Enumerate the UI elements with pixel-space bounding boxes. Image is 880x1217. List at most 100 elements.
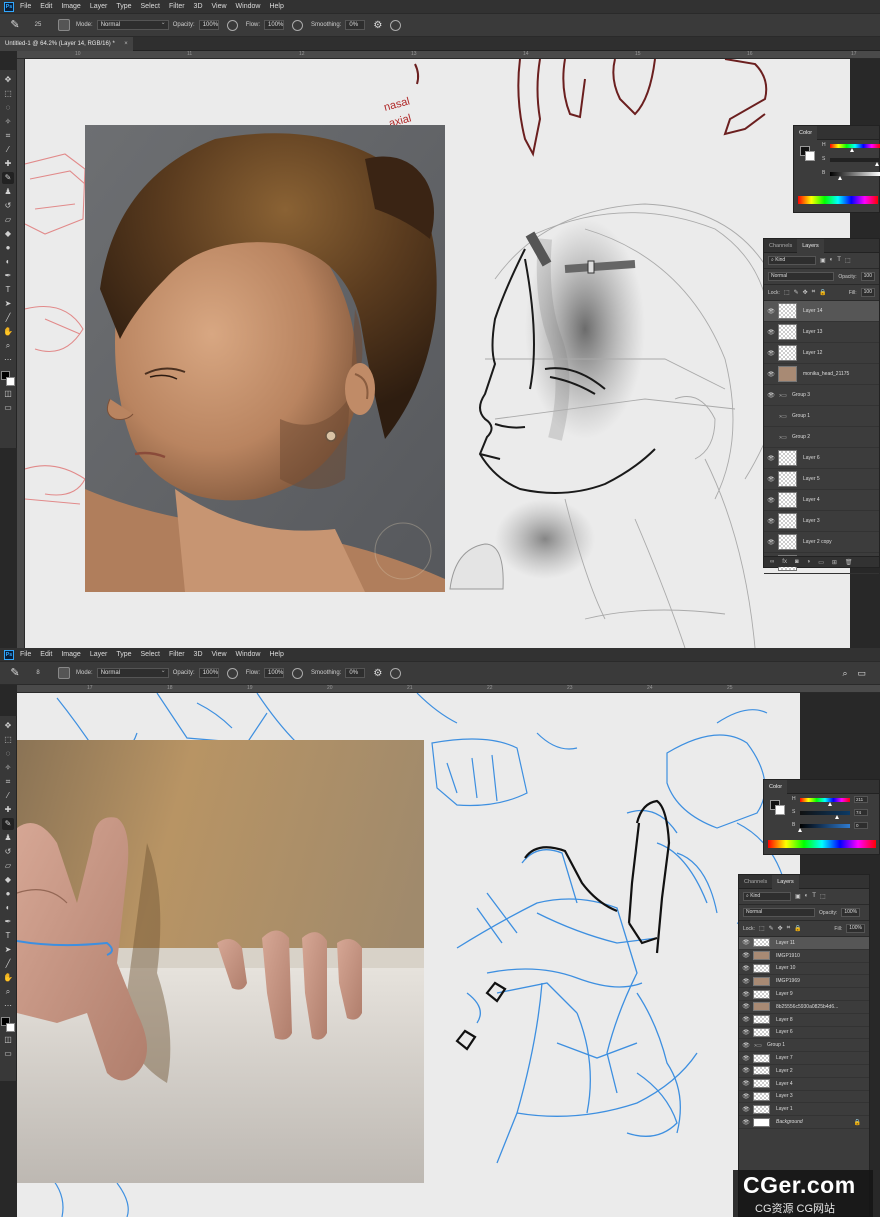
menu-image[interactable]: Image (61, 651, 80, 658)
path-selection-tool-icon[interactable]: ➤ (2, 944, 14, 956)
layer-opacity-field[interactable]: 100% (841, 908, 861, 917)
lock-transparency-icon[interactable]: ⬚ (784, 289, 790, 296)
link-layers-icon[interactable]: ∞ (770, 559, 774, 565)
eye-icon[interactable]: 👁 (739, 1106, 753, 1113)
layer-row[interactable]: 👁 Layer 8 (739, 1014, 869, 1027)
move-tool-icon[interactable]: ✥ (2, 74, 14, 86)
layer-row[interactable]: 👁 Layer 2 copy (764, 532, 879, 553)
hand-tool-icon[interactable]: ✋ (2, 326, 14, 338)
eye-icon[interactable]: 👁 (739, 1003, 753, 1010)
eye-icon[interactable]: 👁 (764, 518, 778, 525)
eyedropper-tool-icon[interactable]: ⁄ (2, 144, 14, 156)
smoothing-field[interactable]: 0% (345, 668, 366, 678)
workspace-icon[interactable]: ▭ (857, 668, 866, 679)
layer-row[interactable]: 👁›▭ Group 1 (739, 1039, 869, 1053)
menu-window[interactable]: Window (236, 3, 261, 10)
color-spectrum[interactable] (798, 196, 878, 204)
healing-tool-icon[interactable]: ✚ (2, 158, 14, 170)
opacity-field[interactable]: 100% (198, 20, 219, 30)
layer-row[interactable]: 👁 IMGP1969 (739, 975, 869, 989)
menu-view[interactable]: View (212, 3, 227, 10)
screen-mode-icon[interactable]: ▭ (2, 1048, 14, 1060)
brightness-slider[interactable] (798, 824, 850, 832)
layer-row[interactable]: 👁 Layer 12 (764, 343, 879, 364)
eye-icon[interactable]: 👁 (739, 1119, 753, 1126)
layer-style-icon[interactable]: fx (782, 559, 787, 565)
flow-field[interactable]: 100% (264, 668, 285, 678)
menu-edit[interactable]: Edit (40, 651, 52, 658)
move-tool-icon[interactable]: ✥ (2, 720, 14, 732)
pressure-size-icon[interactable] (390, 667, 402, 679)
pen-tool-icon[interactable]: ✒ (2, 270, 14, 282)
layer-row[interactable]: 👁 Layer 11 (739, 937, 869, 950)
delete-layer-icon[interactable]: 🗑 (845, 559, 853, 566)
layer-row[interactable]: 👁 8b25556c5930a0825b4d6... (739, 1001, 869, 1014)
new-layer-icon[interactable]: ⊞ (832, 559, 837, 566)
brush-panel-toggle-icon[interactable] (58, 667, 70, 679)
hue-slider[interactable] (830, 144, 880, 152)
saturation-knob[interactable] (874, 162, 879, 166)
lock-pixels-icon[interactable]: ✎ (794, 289, 799, 296)
layer-opacity-field[interactable]: 100 (860, 272, 875, 281)
eye-icon[interactable]: 👁 (739, 965, 753, 972)
document-tab[interactable]: Untitled-1 @ 64.2% (Layer 14, RGB/16) * … (0, 37, 133, 51)
layer-row[interactable]: 👁 Layer 1 (739, 1103, 869, 1117)
folder-icon[interactable]: ›▭ (778, 413, 788, 420)
tab-color[interactable]: Color (794, 125, 818, 140)
magic-wand-tool-icon[interactable]: ✧ (2, 762, 14, 774)
layer-filter-select[interactable]: ⌕ Kind (768, 256, 816, 265)
add-mask-icon[interactable]: ◙ (795, 559, 799, 565)
lock-pixels-icon[interactable]: ✎ (769, 925, 774, 932)
color-swatches[interactable] (1, 1017, 15, 1033)
menu-help[interactable]: Help (269, 651, 283, 658)
line-tool-icon[interactable]: ╱ (2, 312, 14, 324)
opacity-field[interactable]: 100% (198, 668, 219, 678)
hue-value[interactable]: 211 (854, 796, 868, 803)
lasso-tool-icon[interactable]: ◌ (2, 102, 14, 114)
layer-row[interactable]: 👁 Layer 6 (739, 1027, 869, 1040)
lock-transparency-icon[interactable]: ⬚ (759, 925, 765, 932)
brush-tool-preset-icon[interactable]: ✎ (8, 666, 22, 680)
background-swatch[interactable] (775, 805, 785, 815)
menu-window[interactable]: Window (236, 651, 261, 658)
eyedropper-tool-icon[interactable]: ⁄ (2, 790, 14, 802)
type-tool-icon[interactable]: T (2, 284, 14, 296)
color-spectrum[interactable] (768, 840, 876, 848)
eye-icon[interactable]: 👁 (764, 476, 778, 483)
layer-row[interactable]: 👁›▭ Group 2 (764, 427, 879, 448)
tab-channels[interactable]: Channels (739, 875, 772, 889)
saturation-slider[interactable] (800, 811, 850, 819)
crop-tool-icon[interactable]: ⌗ (2, 130, 14, 142)
eye-icon[interactable]: 👁 (764, 413, 778, 420)
mode-select[interactable]: Normal (96, 667, 169, 678)
layer-row[interactable]: 👁 Layer 6 (764, 448, 879, 469)
mode-select[interactable]: Normal (96, 19, 169, 30)
history-brush-tool-icon[interactable]: ↺ (2, 846, 14, 858)
pen-tool-icon[interactable]: ✒ (2, 916, 14, 928)
layer-row[interactable]: 👁›▭ Group 1 (764, 406, 879, 427)
layer-row[interactable]: 👁 Layer 4 (739, 1078, 869, 1091)
menu-help[interactable]: Help (269, 3, 283, 10)
lasso-tool-icon[interactable]: ◌ (2, 748, 14, 760)
clone-stamp-tool-icon[interactable]: ♟ (2, 832, 14, 844)
menu-3d[interactable]: 3D (194, 651, 203, 658)
menu-layer[interactable]: Layer (90, 651, 108, 658)
eye-icon[interactable]: 👁 (739, 978, 753, 985)
dodge-tool-icon[interactable]: ◐ (2, 902, 14, 914)
pressure-opacity-icon[interactable] (226, 667, 238, 679)
menu-image[interactable]: Image (61, 3, 80, 10)
marquee-tool-icon[interactable]: ⬚ (2, 734, 14, 746)
new-group-icon[interactable]: ▭ (818, 559, 824, 566)
tab-layers[interactable]: Layers (797, 238, 824, 253)
saturation-value[interactable]: 74 (854, 809, 868, 816)
saturation-slider[interactable] (830, 158, 880, 166)
hand-tool-icon[interactable]: ✋ (2, 972, 14, 984)
pressure-opacity-icon[interactable] (226, 19, 238, 31)
healing-tool-icon[interactable]: ✚ (2, 804, 14, 816)
more-tools-icon[interactable]: ⋯ (2, 354, 14, 366)
eye-icon[interactable]: 👁 (739, 939, 753, 946)
blend-mode-select[interactable]: Normal (768, 272, 835, 281)
filter-adjust-icon[interactable]: ◐ (830, 257, 834, 264)
layer-row[interactable]: 👁 Layer 4 (764, 490, 879, 511)
close-icon[interactable]: × (124, 37, 128, 51)
